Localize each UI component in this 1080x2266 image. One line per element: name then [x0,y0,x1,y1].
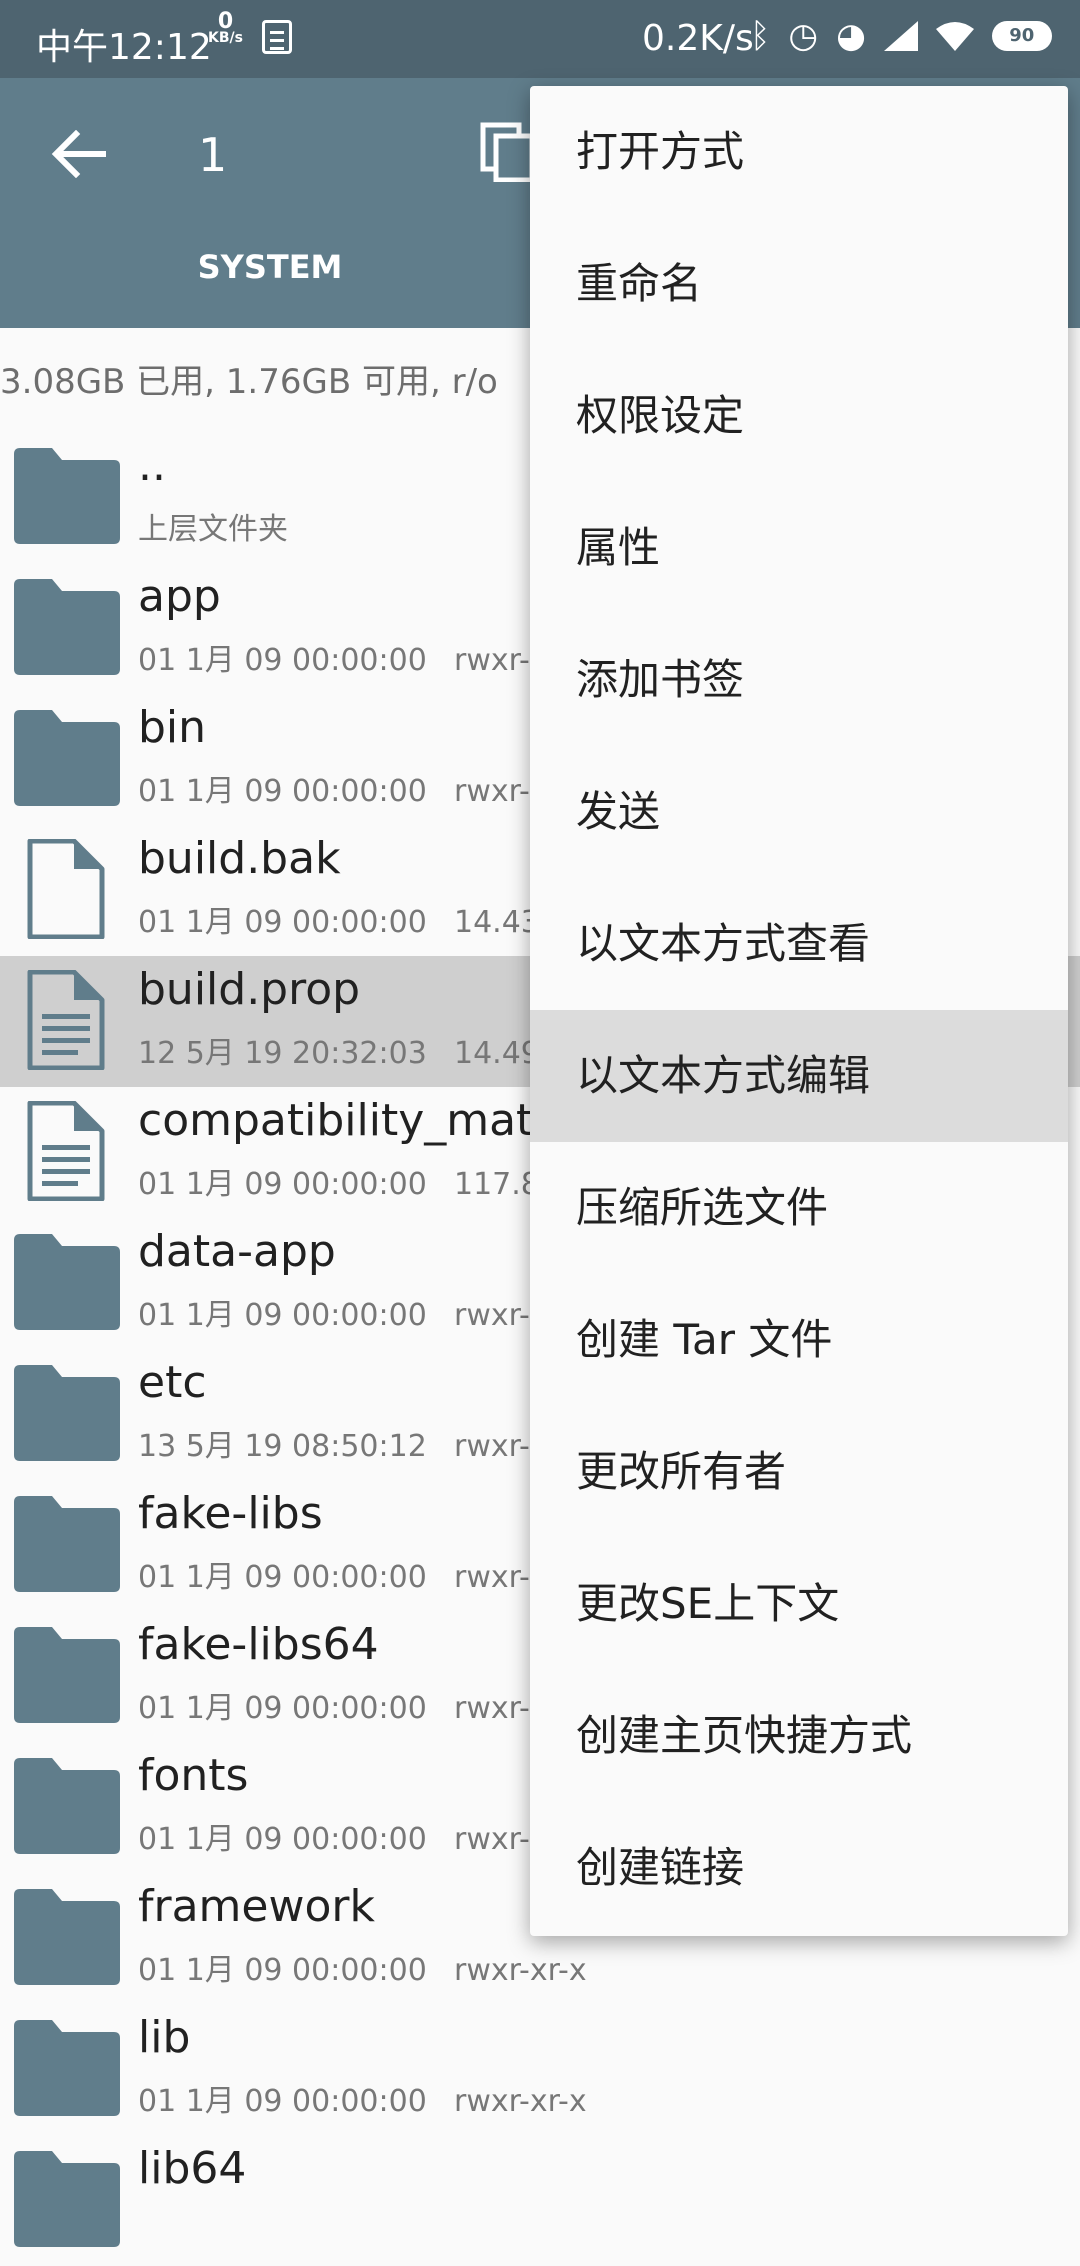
notification-icon [262,20,292,54]
status-speed: 0.2K/s [642,18,754,59]
file-name: fake-libs64 [138,1619,379,1670]
file-name: framework [138,1881,375,1932]
file-date: 01 1月 09 00:00:00 [138,1560,427,1595]
menu-item[interactable]: 压缩所选文件 [530,1142,1068,1274]
menu-item[interactable]: 发送 [530,746,1068,878]
tab-system[interactable]: SYSTEM [150,248,390,286]
alarm-icon: ◷ [788,16,819,56]
file-meta: 01 1月 09 00:00:00 rwxr-xr-x [138,2076,587,2120]
signal-icon [883,21,918,51]
file-meta: 01 1月 09 00:00:00 rwxr-x [138,635,548,679]
folder-icon [10,446,122,546]
storage-info: 3.08GB 已用, 1.76GB 可用, r/o [0,362,498,402]
status-bar: 中午12:12 0 KB/s 0.2K/s ᛒ ◷ ◕ 90 [0,0,1080,78]
folder-icon [10,1625,122,1725]
folder-icon [10,1494,122,1594]
file-name: build.bak [138,833,341,884]
file-date: 01 1月 09 00:00:00 [138,1298,427,1333]
file-meta: 01 1月 09 00:00:00 rwxr-x [138,1290,548,1334]
menu-item[interactable]: 创建链接 [530,1802,1068,1934]
file-date: 01 1月 09 00:00:00 [138,905,427,940]
wifi-icon [935,22,974,51]
file-row[interactable]: lib64 [0,2135,1080,2266]
status-icons: ᛒ ◷ ◕ 90 [750,16,1052,56]
back-arrow-icon[interactable] [50,130,106,178]
network-rate-indicator: 0 KB/s [208,9,243,47]
file-name: fake-libs [138,1488,323,1539]
page-title: 1 [198,128,228,182]
menu-item[interactable]: 属性 [530,482,1068,614]
menu-item[interactable]: 权限设定 [530,350,1068,482]
file-date: 01 1月 09 00:00:00 [138,1167,427,1202]
folder-icon [10,1363,122,1463]
file-row[interactable]: lib 01 1月 09 00:00:00 rwxr-xr-x [0,2004,1080,2135]
file-meta: 01 1月 09 00:00:00 rwxr-xr-x [138,1945,587,1989]
menu-item[interactable]: 创建 Tar 文件 [530,1274,1068,1406]
file-name: data-app [138,1226,336,1277]
file-info: rwxr-xr-x [454,2084,587,2119]
text-file-icon [10,969,122,1071]
file-date: 01 1月 09 00:00:00 [138,643,427,678]
file-date: 13 5月 19 08:50:12 [138,1429,427,1464]
file-date: 01 1月 09 00:00:00 [138,2084,427,2119]
file-date: 01 1月 09 00:00:00 [138,1691,427,1726]
file-meta: 12 5月 19 20:32:03 14.49K [138,1028,560,1072]
file-date: 12 5月 19 20:32:03 [138,1036,427,1071]
menu-item[interactable]: 以文本方式查看 [530,878,1068,1010]
file-meta [138,2207,454,2242]
menu-item[interactable]: 重命名 [530,218,1068,350]
folder-icon [10,2149,122,2249]
file-date: 01 1月 09 00:00:00 [138,774,427,809]
folder-icon [10,2018,122,2118]
text-file-icon [10,1100,122,1202]
folder-icon [10,1887,122,1987]
file-name: bin [138,702,207,753]
folder-icon [10,1756,122,1856]
file-date: 01 1月 09 00:00:00 [138,1953,427,1988]
vpn-icon: ◕ [836,16,866,56]
folder-icon [10,577,122,677]
folder-icon [10,708,122,808]
menu-item[interactable]: 创建主页快捷方式 [530,1670,1068,1802]
menu-item[interactable]: 以文本方式编辑 [530,1010,1068,1142]
file-name: lib64 [138,2143,247,2194]
battery-icon: 90 [991,21,1052,51]
file-meta: 01 1月 09 00:00:00 rwxr-x [138,1552,548,1596]
file-info: rwxr-xr-x [454,1953,587,1988]
context-menu: 打开方式 重命名 权限设定 属性 添加书签 发送 以文本方式查看 以文本方式编辑 压缩所选文件创… [530,86,1068,1936]
file-subtitle: 上层文件夹 [138,512,288,547]
file-icon [10,838,122,940]
file-name: app [138,571,221,622]
file-name: fonts [138,1750,249,1801]
file-meta: 01 1月 09 00:00:00 rwxr-x [138,1814,548,1858]
file-meta: 01 1月 09 00:00:00 117.82 [138,1159,559,1203]
menu-item[interactable]: 添加书签 [530,614,1068,746]
file-date: 01 1月 09 00:00:00 [138,1822,427,1857]
status-time: 中午12:12 [36,27,212,68]
file-name: build.prop [138,964,361,1015]
menu-item[interactable]: 更改SE上下文 [530,1538,1068,1670]
file-meta: 01 1月 09 00:00:00 14.43K [138,897,560,941]
file-name: etc [138,1357,207,1408]
menu-item[interactable]: 打开方式 [530,86,1068,218]
bluetooth-icon: ᛒ [750,16,771,56]
file-name: compatibility_matri [138,1095,564,1146]
file-meta: 01 1月 09 00:00:00 rwxr-x [138,1683,548,1727]
file-meta: 13 5月 19 08:50:12 rwxr-x [138,1421,548,1465]
menu-item[interactable]: 更改所有者 [530,1406,1068,1538]
file-name: lib [138,2012,191,2063]
folder-icon [10,1232,122,1332]
file-meta: 01 1月 09 00:00:00 rwxr-x [138,766,548,810]
file-name: .. [138,440,166,491]
